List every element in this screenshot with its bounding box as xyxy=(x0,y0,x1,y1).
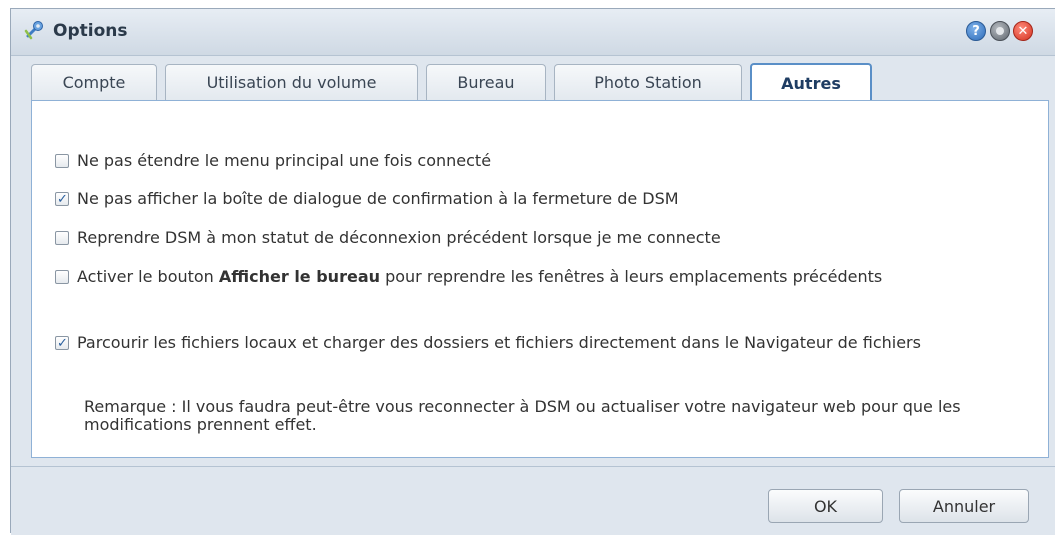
checkbox-show-desktop-button[interactable] xyxy=(55,270,69,284)
option-label: Reprendre DSM à mon statut de déconnexio… xyxy=(77,228,721,247)
checkbox-collapse-main-menu[interactable] xyxy=(55,154,69,168)
option-row: Reprendre DSM à mon statut de déconnexio… xyxy=(55,226,1015,250)
option-row: Ne pas afficher la boîte de dialogue de … xyxy=(55,187,1015,212)
tab-panel-autres: Ne pas étendre le menu principal une foi… xyxy=(31,100,1049,458)
option-label: Ne pas étendre le menu principal une foi… xyxy=(77,151,492,170)
tab-bureau[interactable]: Bureau xyxy=(426,64,546,100)
option-label-pre: Activer le bouton xyxy=(77,267,219,286)
tab-photo-station[interactable]: Photo Station xyxy=(554,64,742,100)
ok-button[interactable]: OK xyxy=(768,489,883,523)
help-icon[interactable]: ? xyxy=(966,21,986,41)
remark-note: Remarque : Il vous faudra peut-être vous… xyxy=(84,397,961,434)
dialog-footer: OK Annuler xyxy=(11,466,1055,535)
option-label: Parcourir les fichiers locaux et charger… xyxy=(77,333,921,352)
title-bar[interactable]: Options ? ✕ xyxy=(11,9,1055,56)
checkbox-restore-logout-status[interactable] xyxy=(55,231,69,245)
window-title: Options xyxy=(53,21,128,41)
checkbox-browse-local-files[interactable] xyxy=(55,332,69,356)
options-wrench-icon xyxy=(24,21,43,40)
option-row: Activer le bouton Afficher le bureau pou… xyxy=(55,265,935,289)
close-icon[interactable]: ✕ xyxy=(1013,21,1033,41)
tab-utilisation-du-volume[interactable]: Utilisation du volume xyxy=(165,64,418,100)
options-dialog: Options ? ✕ Compte Utilisation du volume… xyxy=(10,8,1055,535)
tab-compte[interactable]: Compte xyxy=(31,64,157,100)
option-row: Parcourir les fichiers locaux et charger… xyxy=(55,331,1015,356)
option-label-bold: Afficher le bureau xyxy=(218,267,380,286)
minimize-icon[interactable] xyxy=(990,21,1010,41)
option-row: Ne pas étendre le menu principal une foi… xyxy=(55,149,1015,173)
option-label-post: pour reprendre les fenêtres à leurs empl… xyxy=(380,267,883,286)
option-label: Ne pas afficher la boîte de dialogue de … xyxy=(77,189,679,208)
tab-autres[interactable]: Autres xyxy=(750,63,872,102)
checkbox-hide-close-confirmation[interactable] xyxy=(55,188,69,212)
cancel-button[interactable]: Annuler xyxy=(899,489,1029,523)
